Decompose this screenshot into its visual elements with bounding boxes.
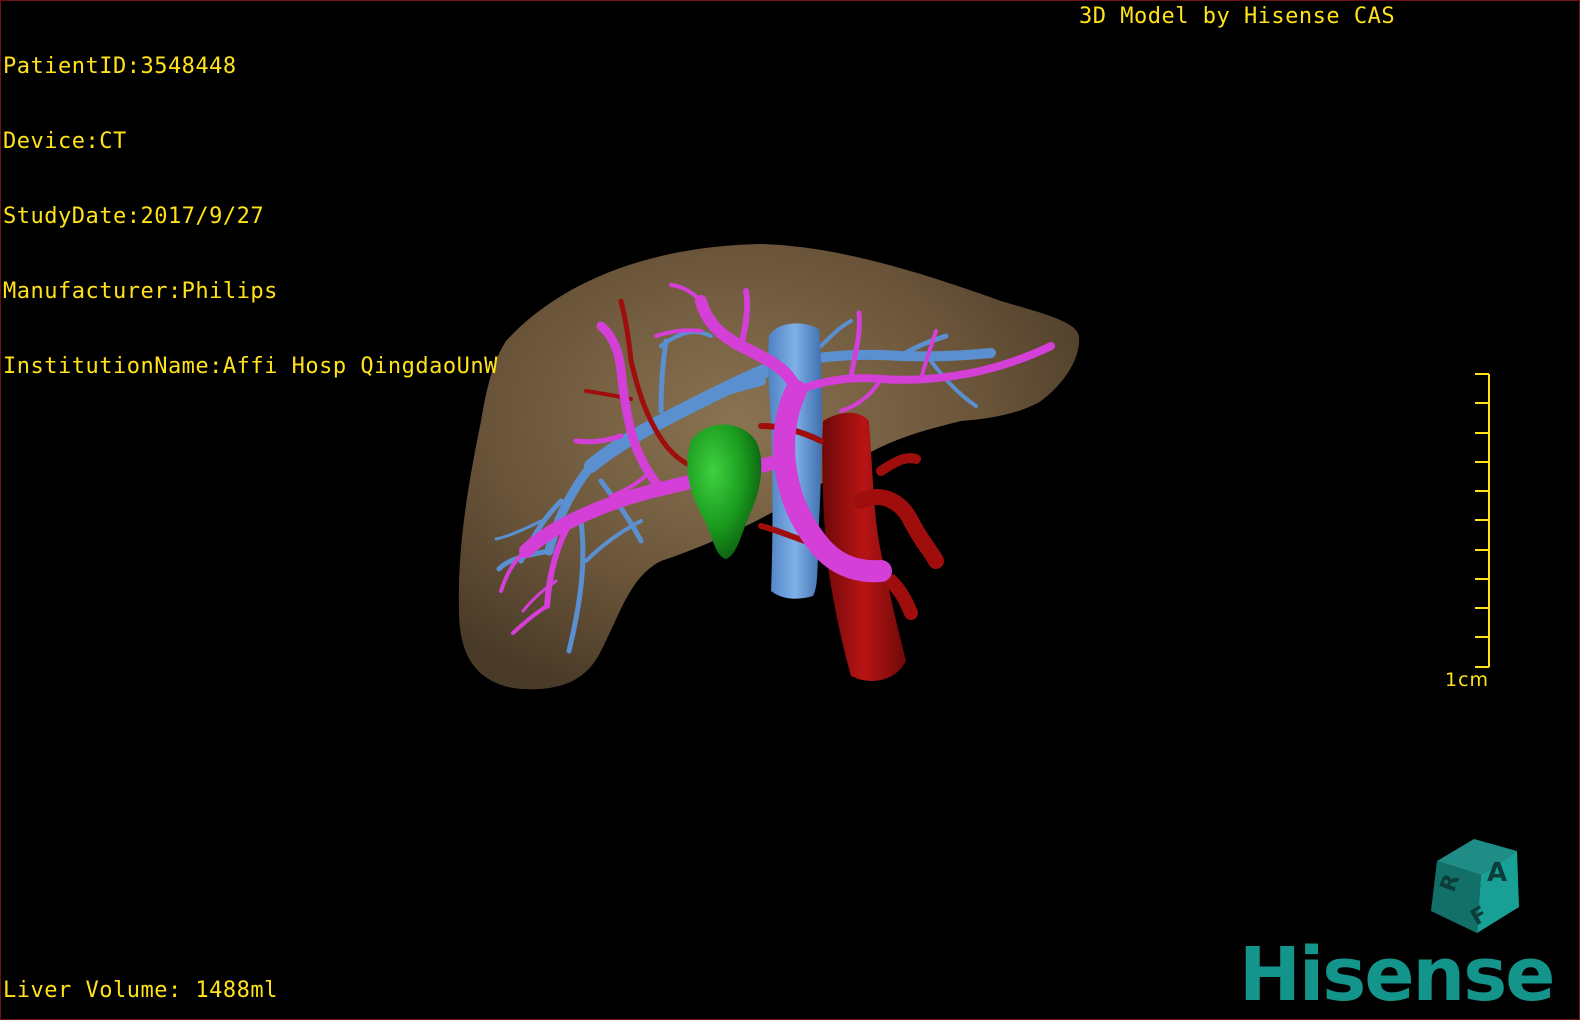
hisense-logo: Hisense bbox=[1239, 932, 1555, 1018]
manufacturer-text: Manufacturer:Philips bbox=[3, 279, 278, 304]
model-credit-text: 3D Model by Hisense CAS bbox=[1079, 4, 1396, 29]
3d-viewport[interactable]: PatientID:3548448 Device:CT StudyDate:20… bbox=[0, 0, 1580, 1020]
study-info: PatientID:3548448 Device:CT StudyDate:20… bbox=[3, 4, 498, 429]
scale-bar bbox=[1475, 373, 1490, 668]
liver-volume-text: Liver Volume: 1488ml bbox=[3, 978, 278, 1003]
orientation-cube[interactable]: A R F bbox=[1419, 833, 1529, 943]
scale-bar-label: 1cm bbox=[1445, 669, 1490, 691]
cube-face-a: A bbox=[1487, 858, 1507, 888]
study-date-text: StudyDate:2017/9/27 bbox=[3, 204, 265, 229]
patient-id-text: PatientID:3548448 bbox=[3, 54, 237, 79]
institution-text: InstitutionName:Affi Hosp QingdaoUnW bbox=[3, 354, 498, 379]
device-text: Device:CT bbox=[3, 129, 127, 154]
